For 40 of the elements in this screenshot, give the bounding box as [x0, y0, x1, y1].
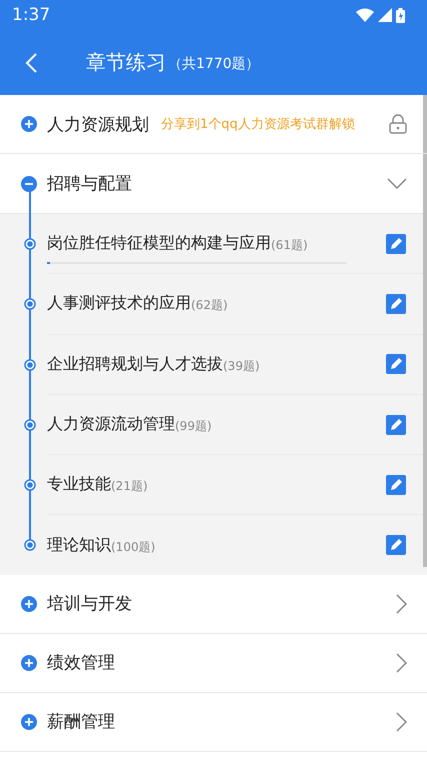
scrollbar[interactable] — [423, 95, 427, 567]
chevron-right-icon[interactable] — [395, 712, 407, 732]
plus-circle-icon[interactable] — [21, 714, 37, 730]
question-count: (61题) — [271, 237, 308, 254]
edit-icon[interactable] — [386, 294, 406, 314]
signal-icon — [378, 8, 392, 22]
wifi-icon — [356, 8, 374, 22]
section-title[interactable]: 企业招聘规划与人才选拔 — [47, 354, 223, 375]
edit-icon[interactable] — [386, 354, 406, 374]
edit-icon[interactable] — [386, 234, 406, 254]
plus-circle-icon[interactable] — [21, 654, 37, 671]
minus-circle-icon[interactable] — [21, 176, 37, 192]
chevron-down-icon[interactable] — [387, 178, 407, 190]
back-icon[interactable] — [24, 52, 38, 74]
chevron-right-icon[interactable] — [395, 652, 407, 673]
chapter-title[interactable]: 薪酬管理 — [47, 710, 115, 734]
section-title[interactable]: 专业技能 — [47, 474, 111, 496]
chevron-right-icon[interactable] — [395, 594, 407, 614]
question-count: (21题) — [111, 478, 148, 496]
question-count: (39题) — [223, 358, 260, 375]
question-count: （共1770题） — [168, 54, 260, 72]
edit-icon[interactable] — [386, 474, 406, 495]
section-title[interactable]: 人事测评技术的应用 — [47, 293, 191, 314]
chapter-title[interactable]: 人力资源规划 — [47, 112, 149, 136]
plus-circle-icon[interactable] — [21, 596, 37, 612]
page-title: 章节练习 — [86, 49, 166, 76]
question-count: (62题) — [191, 297, 228, 314]
question-count: (100题) — [111, 538, 156, 556]
chapter-title[interactable]: 绩效管理 — [47, 651, 115, 674]
section-title[interactable]: 理论知识 — [47, 534, 111, 556]
battery-icon — [396, 8, 405, 22]
clock: 1:37 — [12, 5, 50, 25]
plus-circle-icon[interactable] — [21, 116, 37, 132]
section-title[interactable]: 人力资源流动管理 — [47, 414, 175, 436]
section-title[interactable]: 岗位胜任特征模型的构建与应用 — [47, 233, 271, 254]
question-count: (99题) — [175, 418, 212, 436]
chapter-title[interactable]: 招聘与配置 — [47, 172, 132, 195]
edit-icon[interactable] — [386, 535, 406, 556]
edit-icon[interactable] — [386, 414, 406, 435]
chapter-title[interactable]: 培训与开发 — [47, 592, 132, 616]
